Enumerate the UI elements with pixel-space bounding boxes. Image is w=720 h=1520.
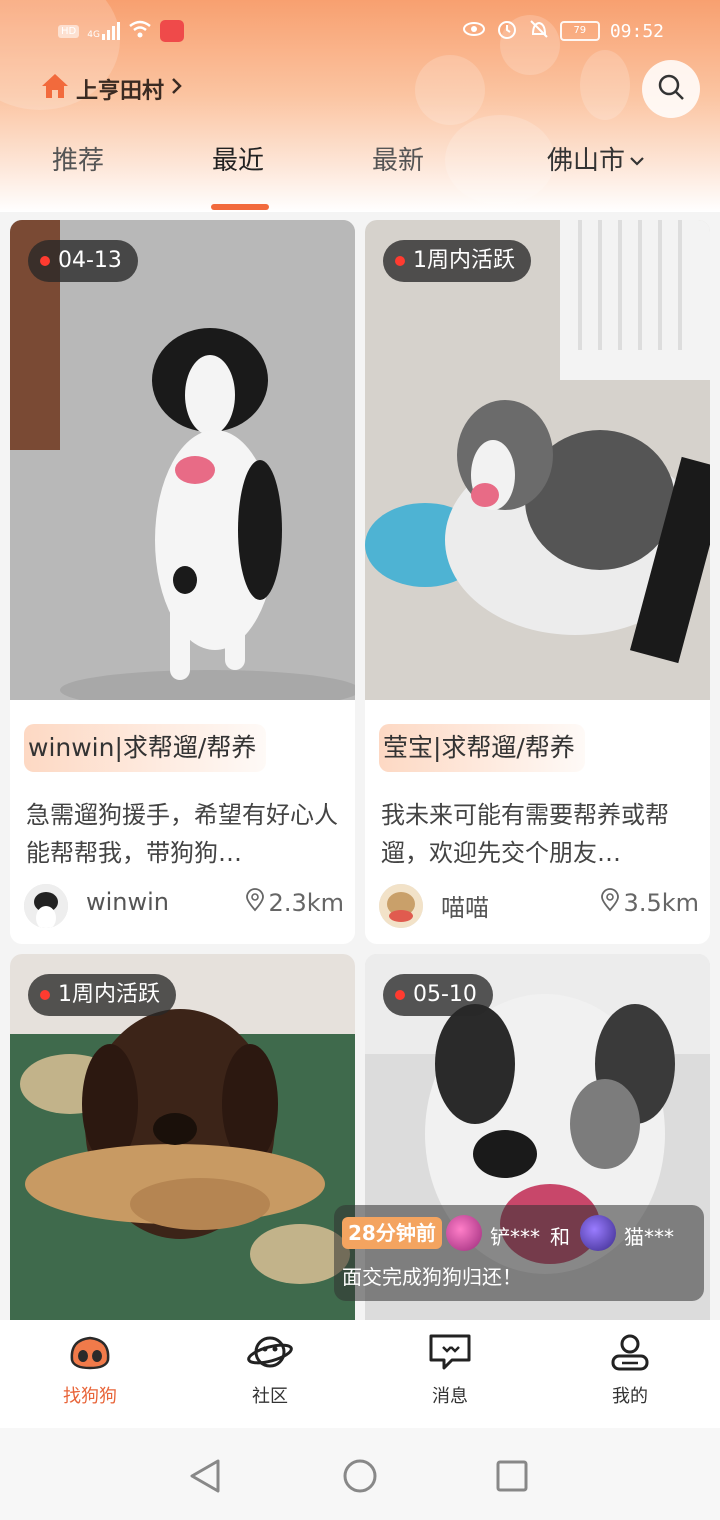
card-footer: winwin 2.3km <box>24 884 344 928</box>
dog-photo <box>365 220 710 700</box>
search-button[interactable] <box>642 60 700 118</box>
card-title: 莹宝|求帮遛/帮养 <box>383 733 575 762</box>
toast-user-1: 铲*** <box>490 1225 540 1249</box>
activity-tag: 1周内活跃 <box>28 974 176 1016</box>
nav-messages[interactable]: 消息 <box>360 1332 540 1424</box>
tab-recommend[interactable]: 推荐 <box>52 140 104 177</box>
status-time: 09:52 <box>609 20 664 42</box>
card-title: winwin|求帮遛/帮养 <box>28 733 257 762</box>
bottom-navigation: 找狗狗 社区 消息 我的 <box>0 1320 720 1428</box>
distance: 3.5km <box>600 888 699 918</box>
location-selector[interactable]: 上亨田村 <box>40 72 184 106</box>
avatar[interactable] <box>24 884 68 928</box>
status-bar: HD 4G 79 09:52 <box>0 0 720 62</box>
activity-toast[interactable]: 28分钟前 铲*** 和 猫*** 面交完成狗狗归还！ <box>334 1205 704 1301</box>
toast-time-badge: 28分钟前 <box>342 1217 442 1249</box>
toast-user-2: 猫*** <box>624 1225 674 1249</box>
hd-indicator: HD <box>58 24 80 38</box>
nav-label: 我的 <box>612 1386 648 1407</box>
location-label: 上亨田村 <box>76 79 165 104</box>
distance-value: 3.5km <box>623 889 699 917</box>
city-label: 佛山市 <box>547 146 626 176</box>
post-card[interactable]: 04-13 winwin|求帮遛/帮养 急需遛狗援手，希望有好心人能帮帮我，带狗… <box>10 220 355 944</box>
card-footer: 喵喵 3.5km <box>379 884 699 928</box>
nav-community[interactable]: 社区 <box>180 1332 360 1424</box>
signal-icon: 4G <box>87 22 120 40</box>
planet-icon <box>246 1332 294 1376</box>
nav-find-dogs[interactable]: 找狗狗 <box>0 1332 180 1424</box>
tab-newest[interactable]: 最新 <box>372 140 424 177</box>
toast-message: 面交完成狗狗归还！ <box>342 1265 522 1289</box>
activity-tag: 04-13 <box>28 240 138 282</box>
chevron-down-icon <box>629 144 645 174</box>
profile-icon <box>606 1332 654 1376</box>
avatar[interactable] <box>379 884 423 928</box>
eye-icon <box>462 20 486 42</box>
home-circle-icon[interactable] <box>342 1458 378 1498</box>
card-description: 我未来可能有需要帮养或帮遛，欢迎先交个朋友… <box>381 801 669 867</box>
system-navigation-bar <box>0 1428 720 1520</box>
recent-apps-icon[interactable] <box>496 1460 528 1496</box>
post-card[interactable]: 1周内活跃 莹宝|求帮遛/帮养 我未来可能有需要帮养或帮遛，欢迎先交个朋友… 喵… <box>365 220 710 944</box>
nav-label: 消息 <box>432 1386 468 1407</box>
city-selector[interactable]: 佛山市 <box>547 140 645 177</box>
card-title-highlight: winwin|求帮遛/帮养 <box>24 724 267 772</box>
dog-photo <box>10 220 355 710</box>
distance: 2.3km <box>245 888 344 918</box>
nav-label: 社区 <box>252 1386 288 1407</box>
back-icon[interactable] <box>188 1458 222 1498</box>
chevron-right-icon <box>170 76 184 102</box>
nav-me[interactable]: 我的 <box>540 1332 720 1424</box>
avatar <box>446 1215 482 1251</box>
author-name: 喵喵 <box>441 894 489 922</box>
home-icon <box>40 72 70 106</box>
tab-indicator <box>211 204 269 210</box>
alarm-icon <box>496 18 518 44</box>
wifi-icon <box>128 20 152 42</box>
app-notification-icon <box>159 20 184 42</box>
tab-recent[interactable]: 最近 <box>212 140 264 177</box>
toast-conjunction: 和 <box>550 1225 570 1249</box>
nav-label: 找狗狗 <box>63 1386 117 1407</box>
post-card[interactable]: 1周内活跃 <box>10 954 355 1320</box>
card-description: 急需遛狗援手，希望有好心人能帮帮我，带狗狗… <box>26 801 338 867</box>
chat-icon <box>426 1332 474 1376</box>
battery-indicator: 79 <box>559 21 600 41</box>
activity-tag: 05-10 <box>383 974 493 1016</box>
location-pin-icon <box>245 888 265 918</box>
dog-nose-icon <box>66 1332 114 1376</box>
card-title-highlight: 莹宝|求帮遛/帮养 <box>379 724 585 772</box>
distance-value: 2.3km <box>268 889 344 917</box>
feed-tabs: 推荐 最近 最新 佛山市 <box>0 140 720 212</box>
location-pin-icon <box>600 888 620 918</box>
avatar <box>580 1215 616 1251</box>
mute-bell-icon <box>528 18 550 44</box>
author-name: winwin <box>86 888 170 916</box>
search-icon <box>656 72 686 106</box>
activity-tag: 1周内活跃 <box>383 240 531 282</box>
